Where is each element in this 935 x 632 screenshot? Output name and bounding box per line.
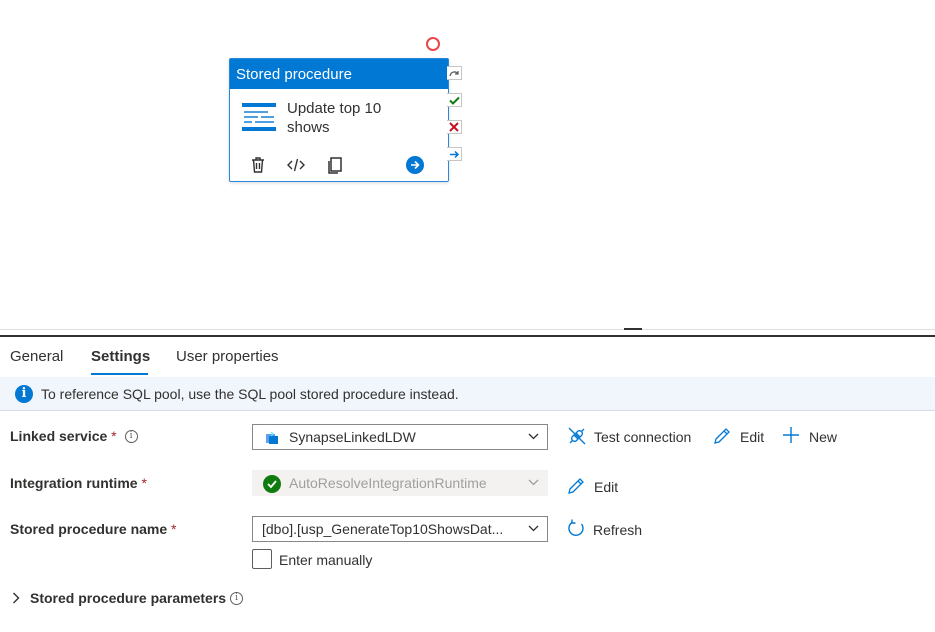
delete-icon[interactable]: [248, 155, 268, 175]
active-tab-indicator: [91, 373, 148, 375]
stored-procedure-parameters-label: Stored procedure parameters: [30, 590, 227, 606]
linked-service-label: Linked service * i: [10, 428, 138, 444]
integration-runtime-select: AutoResolveIntegrationRuntime: [252, 470, 548, 496]
activity-type-label: Stored procedure: [230, 59, 448, 89]
copy-icon[interactable]: [325, 155, 345, 175]
info-circle-icon[interactable]: i: [230, 592, 244, 605]
panel-divider: [0, 335, 935, 337]
enter-manually-label[interactable]: Enter manually: [279, 552, 372, 568]
synapse-icon: [266, 431, 278, 444]
linked-service-edit-button[interactable]: Edit: [713, 426, 768, 448]
integration-runtime-label: Integration runtime *: [10, 475, 147, 491]
skip-connector-icon[interactable]: [447, 66, 462, 80]
linked-service-value: SynapseLinkedLDW: [289, 429, 416, 445]
required-mark: *: [111, 428, 117, 444]
stored-procedure-name-label: Stored procedure name *: [10, 521, 177, 537]
refresh-button[interactable]: Refresh: [567, 519, 647, 541]
arrow-circle-icon[interactable]: [405, 155, 425, 175]
success-connector-icon[interactable]: [447, 93, 462, 107]
test-connection-button[interactable]: Test connection: [567, 426, 697, 448]
pipeline-canvas[interactable]: Stored procedure Update top 10 shows: [0, 0, 935, 330]
info-message-text: To reference SQL pool, use the SQL pool …: [41, 386, 459, 402]
stored-procedure-icon: [242, 103, 276, 131]
plug-icon: [568, 427, 586, 445]
info-message-bar: i To reference SQL pool, use the SQL poo…: [0, 377, 935, 411]
pencil-icon: [568, 478, 584, 494]
activity-card[interactable]: Stored procedure Update top 10 shows: [229, 58, 449, 182]
info-icon: i: [15, 385, 33, 403]
integration-runtime-value: AutoResolveIntegrationRuntime: [289, 475, 487, 491]
validation-error-icon[interactable]: [426, 37, 440, 51]
tab-settings[interactable]: Settings: [91, 348, 150, 365]
info-circle-icon[interactable]: i: [124, 430, 138, 443]
plus-icon: [783, 427, 799, 443]
failure-connector-icon[interactable]: [447, 120, 462, 134]
linked-service-select[interactable]: SynapseLinkedLDW: [252, 424, 548, 450]
required-mark: *: [171, 521, 177, 537]
completion-connector-icon[interactable]: [447, 147, 462, 161]
stored-procedure-parameters-expander[interactable]: Stored procedure parameters i: [12, 590, 244, 606]
stored-procedure-name-value: [dbo].[usp_GenerateTop10ShowsDat...: [262, 521, 504, 537]
check-circle-icon: [263, 475, 281, 493]
enter-manually-checkbox[interactable]: [252, 549, 272, 569]
chevron-down-icon: [528, 479, 539, 486]
required-mark: *: [141, 475, 147, 491]
pencil-icon: [714, 428, 730, 444]
integration-runtime-edit-button[interactable]: Edit: [567, 476, 622, 498]
panel-resize-handle[interactable]: [624, 328, 642, 330]
chevron-down-icon: [528, 525, 539, 532]
refresh-icon: [568, 519, 584, 536]
chevron-down-icon: [528, 433, 539, 440]
canvas-bottom-border: [0, 329, 935, 330]
linked-service-new-button[interactable]: New: [782, 426, 842, 448]
stored-procedure-name-select[interactable]: [dbo].[usp_GenerateTop10ShowsDat...: [252, 516, 548, 542]
tab-general[interactable]: General: [10, 348, 63, 365]
tab-user-properties[interactable]: User properties: [176, 348, 279, 365]
code-icon[interactable]: [286, 155, 306, 175]
activity-name: Update top 10 shows: [287, 100, 382, 136]
chevron-right-icon: [13, 592, 20, 604]
